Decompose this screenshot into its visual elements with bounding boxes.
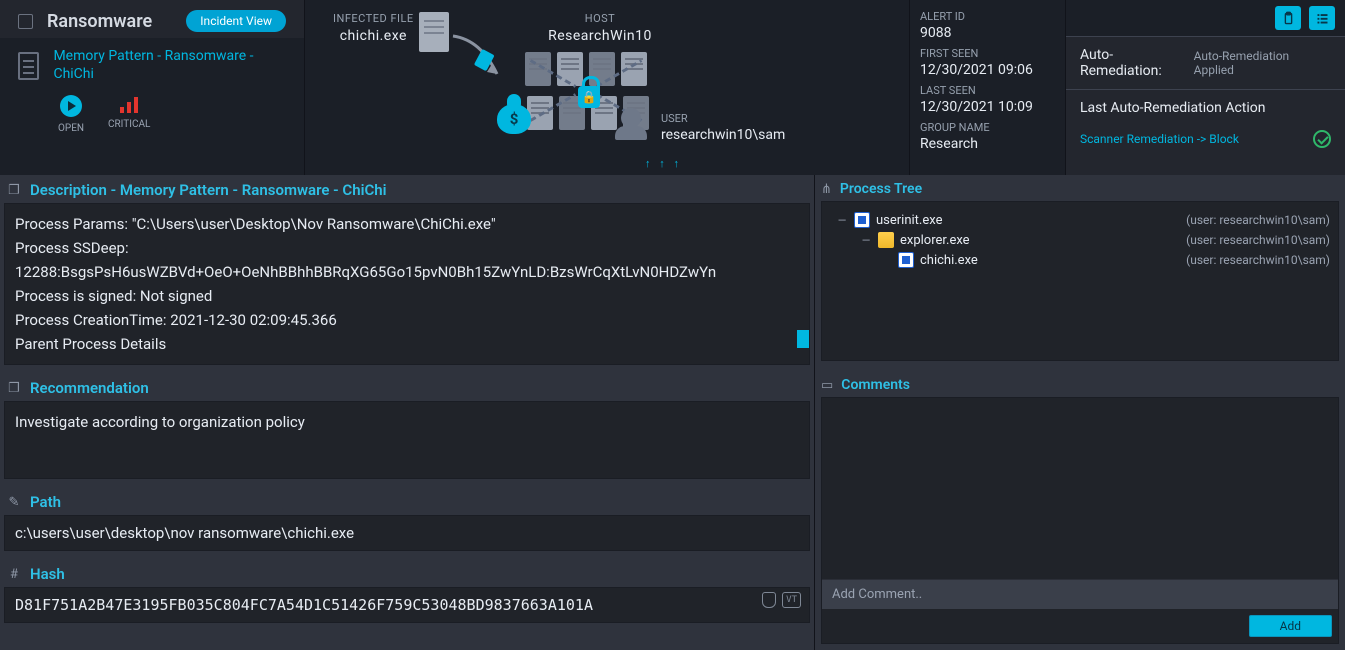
user-name[interactable]: researchwin10\sam [661,127,785,143]
host-name[interactable]: ResearchWin10 [540,28,660,44]
exe-icon [854,212,870,228]
desc-line: Process Params: "C:\Users\user\Desktop\N… [15,212,799,236]
desc-line: Process CreationTime: 2021-12-30 02:09:4… [15,308,799,332]
comment-input[interactable]: Add Comment.. [822,579,1338,609]
process-tree: — userinit.exe (user: researchwin10\sam)… [821,201,1339,361]
tree-node[interactable]: — explorer.exe (user: researchwin10\sam) [830,230,1330,250]
description-title: Description - Memory Pattern - Ransomwar… [30,181,387,199]
lock-icon: 🔒 [578,86,600,108]
path-icon: ✎ [6,494,22,510]
process-tree-title: Process Tree [840,181,922,197]
tree-node[interactable]: — userinit.exe (user: researchwin10\sam) [830,210,1330,230]
shield-icon[interactable] [762,592,776,608]
ransom-bag-icon: $ [497,104,531,134]
description-scrollbar[interactable] [797,330,809,348]
recommendation-body: Investigate according to organization po… [4,401,810,479]
desc-line: Process is signed: Not signed [15,284,799,308]
attack-graph: INFECTED FILE chichi.exe HOST ResearchWi… [305,0,910,175]
comments-list [822,398,1338,579]
group-name-label: GROUP NAME [920,121,1057,134]
critical-bars-icon [118,95,140,113]
scroll-arrows-icon[interactable]: ↑ ↑ ↑ [645,157,682,170]
document-icon [18,52,39,80]
infected-file-name[interactable]: chichi.exe [333,28,414,44]
folder-icon [878,232,894,248]
hash-text: D81F751A2B47E3195FB035C804FC7A54D1C51426… [15,596,593,614]
collapse-icon[interactable]: — [836,214,848,227]
user-icon [621,108,647,140]
add-comment-button[interactable]: Add [1249,615,1332,637]
comments-icon: ▭ [821,378,833,393]
collapse-icon[interactable]: — [860,234,872,247]
memory-pattern-link[interactable]: Memory Pattern - Ransomware - ChiChi [53,48,290,83]
group-name-value: Research [920,136,1057,152]
process-tree-icon: ⋔ [821,182,832,197]
recommendation-icon: ❐ [6,380,22,396]
path-title: Path [30,493,61,511]
recommendation-text: Investigate according to organization po… [15,413,305,431]
auto-remediation-value: Auto-Remediation Applied [1194,49,1331,77]
hash-body: D81F751A2B47E3195FB035C804FC7A54D1C51426… [4,587,810,623]
path-text: c:\users\user\desktop\nov ransomware\chi… [15,524,354,542]
list-view-button[interactable] [1309,6,1335,30]
process-user: (user: researchwin10\sam) [1186,233,1330,247]
play-icon [60,95,82,117]
virustotal-button[interactable]: VT [782,592,801,608]
file-icon [419,12,449,52]
alert-id-value: 9088 [920,25,1057,41]
auto-remediation-key: Auto-Remediation: [1080,47,1194,79]
remediation-action-link[interactable]: Scanner Remediation -> Block [1080,132,1239,146]
hash-title: Hash [30,565,65,583]
desc-line: Process SSDeep: [15,236,799,260]
exe-icon [898,252,914,268]
process-user: (user: researchwin10\sam) [1186,253,1330,267]
first-seen-label: FIRST SEEN [920,47,1057,60]
last-remediation-title: Last Auto-Remediation Action [1066,89,1345,126]
description-body: Process Params: "C:\Users\user\Desktop\N… [4,203,810,365]
infected-file-label: INFECTED FILE [333,12,414,25]
recommendation-title: Recommendation [30,379,149,397]
process-name: userinit.exe [876,213,942,228]
host-label: HOST [540,12,660,25]
incident-view-pill[interactable]: Incident View [186,10,286,32]
status-open-badge[interactable]: OPEN [58,95,84,134]
comments-title: Comments [841,377,910,393]
first-seen-value: 12/30/2021 09:06 [920,62,1057,78]
alert-title: Ransomware [47,11,152,32]
tree-node[interactable]: chichi.exe (user: researchwin10\sam) [830,250,1330,270]
desc-line: Parent Process Details [15,332,799,356]
process-user: (user: researchwin10\sam) [1186,213,1330,227]
status-open-label: OPEN [58,123,84,134]
hash-icon: # [6,566,22,582]
severity-critical-badge[interactable]: CRITICAL [108,95,150,134]
user-label: USER [661,112,785,125]
desc-line: 12288:BsgsPsH6usWZBVd+OeO+OeNhBBhhBBRqXG… [15,260,799,284]
path-body: c:\users\user\desktop\nov ransomware\chi… [4,515,810,551]
clipboard-button[interactable] [1275,6,1301,30]
process-name: chichi.exe [920,253,978,268]
select-checkbox[interactable] [18,14,33,29]
process-name: explorer.exe [900,233,970,248]
success-check-icon [1313,130,1331,148]
last-seen-value: 12/30/2021 10:09 [920,99,1057,115]
alert-id-label: ALERT ID [920,10,1057,23]
description-icon: ❐ [6,182,22,198]
host-files-cluster-icon: 🔒 [515,48,685,148]
severity-critical-label: CRITICAL [108,119,150,130]
last-seen-label: LAST SEEN [920,84,1057,97]
